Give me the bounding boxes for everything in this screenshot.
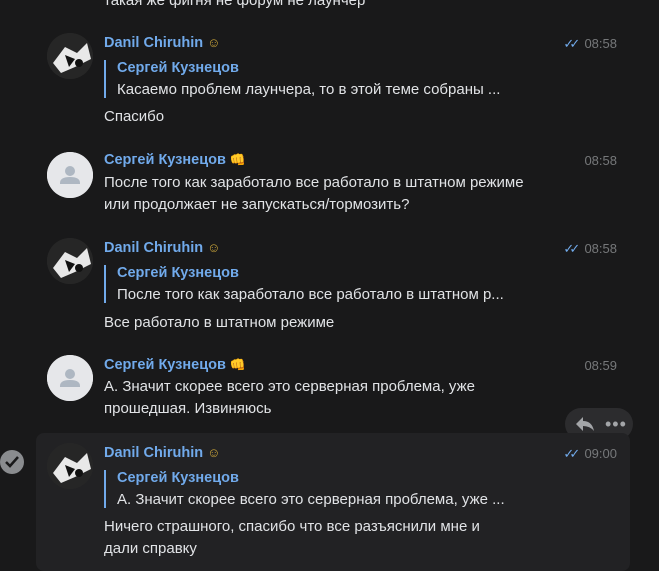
reply-author: Сергей Кузнецов (117, 265, 239, 281)
read-check-icon: ✓✓ (563, 241, 580, 256)
time-label: 08:58 (584, 36, 617, 51)
avatar[interactable] (47, 152, 93, 198)
reply-author: Сергей Кузнецов (117, 470, 239, 486)
reply-text: После того как заработало все работало в… (117, 286, 504, 303)
message-text: Спасибо (104, 106, 164, 128)
message-line: Все работало в штатном режиме (104, 314, 335, 331)
message-time[interactable]: 08:58 (584, 153, 617, 168)
reply-text: Касаемо проблем лаунчера, то в этой теме… (117, 81, 501, 98)
reply-author: Сергей Кузнецов (117, 60, 239, 76)
message-line: А. Значит скорее всего это серверная про… (104, 378, 475, 395)
author-link[interactable]: Сергей Кузнецов (104, 152, 226, 168)
reply-quote[interactable]: Сергей Кузнецов А. Значит скорее всего э… (104, 470, 505, 508)
author-name[interactable]: Сергей Кузнецов 👊 (104, 152, 246, 168)
message-time[interactable]: ✓✓ 08:58 (563, 36, 617, 52)
fist-emoji-icon: 👊 (229, 357, 247, 372)
selection-check-icon[interactable] (0, 450, 24, 474)
status-emoji-icon: ☺ (207, 35, 221, 50)
message-time[interactable]: ✓✓ 09:00 (563, 446, 617, 462)
author-name[interactable]: Сергей Кузнецов 👊 (104, 357, 246, 373)
message-text: Ничего страшного, спасибо что все разъяс… (104, 516, 480, 560)
read-check-icon: ✓✓ (563, 446, 580, 461)
reply-text: А. Значит скорее всего это серверная про… (117, 491, 505, 508)
author-link[interactable]: Danil Chiruhin (104, 240, 203, 256)
author-link[interactable]: Danil Chiruhin (104, 35, 203, 51)
message-text: После того как заработало все работало в… (104, 172, 524, 216)
previous-message-text: такая же фигня не форум не лаунчер (104, 0, 366, 9)
avatar[interactable] (47, 33, 93, 79)
status-emoji-icon: ☺ (207, 445, 221, 460)
message-line: Ничего страшного, спасибо что все разъяс… (104, 518, 480, 535)
more-dots-icon[interactable]: ••• (605, 415, 627, 433)
time-label: 09:00 (584, 446, 617, 461)
message-line: Спасибо (104, 108, 165, 125)
message-text: Все работало в штатном режиме (104, 312, 334, 334)
time-label: 08:59 (584, 358, 617, 373)
author-name[interactable]: Danil Chiruhin ☺ (104, 35, 220, 51)
message-line: прошедшая. Извиняюсь (104, 400, 272, 417)
message-line: После того как заработало все работало в… (104, 174, 524, 191)
message-selected[interactable]: Danil Chiruhin ☺ ✓✓ 09:00 Сергей Кузнецов… (36, 433, 630, 571)
author-link[interactable]: Сергей Кузнецов (104, 357, 226, 373)
avatar[interactable] (47, 443, 93, 489)
message-text: А. Значит скорее всего это серверная про… (104, 376, 475, 420)
time-label: 08:58 (584, 153, 617, 168)
message-time[interactable]: 08:59 (584, 358, 617, 373)
time-label: 08:58 (584, 241, 617, 256)
fist-emoji-icon: 👊 (229, 152, 247, 167)
message-line: или продолжает не запускаться/тормозить? (104, 196, 410, 213)
author-name[interactable]: Danil Chiruhin ☺ (104, 445, 220, 461)
message-time[interactable]: ✓✓ 08:58 (563, 241, 617, 257)
avatar[interactable] (47, 238, 93, 284)
read-check-icon: ✓✓ (563, 36, 580, 51)
author-name[interactable]: Danil Chiruhin ☺ (104, 240, 220, 256)
author-link[interactable]: Danil Chiruhin (104, 445, 203, 461)
reply-quote[interactable]: Сергей Кузнецов Касаемо проблем лаунчера… (104, 60, 500, 98)
message-line: дали справку (104, 540, 197, 557)
status-emoji-icon: ☺ (207, 240, 221, 255)
reply-quote[interactable]: Сергей Кузнецов После того как заработал… (104, 265, 504, 303)
avatar[interactable] (47, 355, 93, 401)
